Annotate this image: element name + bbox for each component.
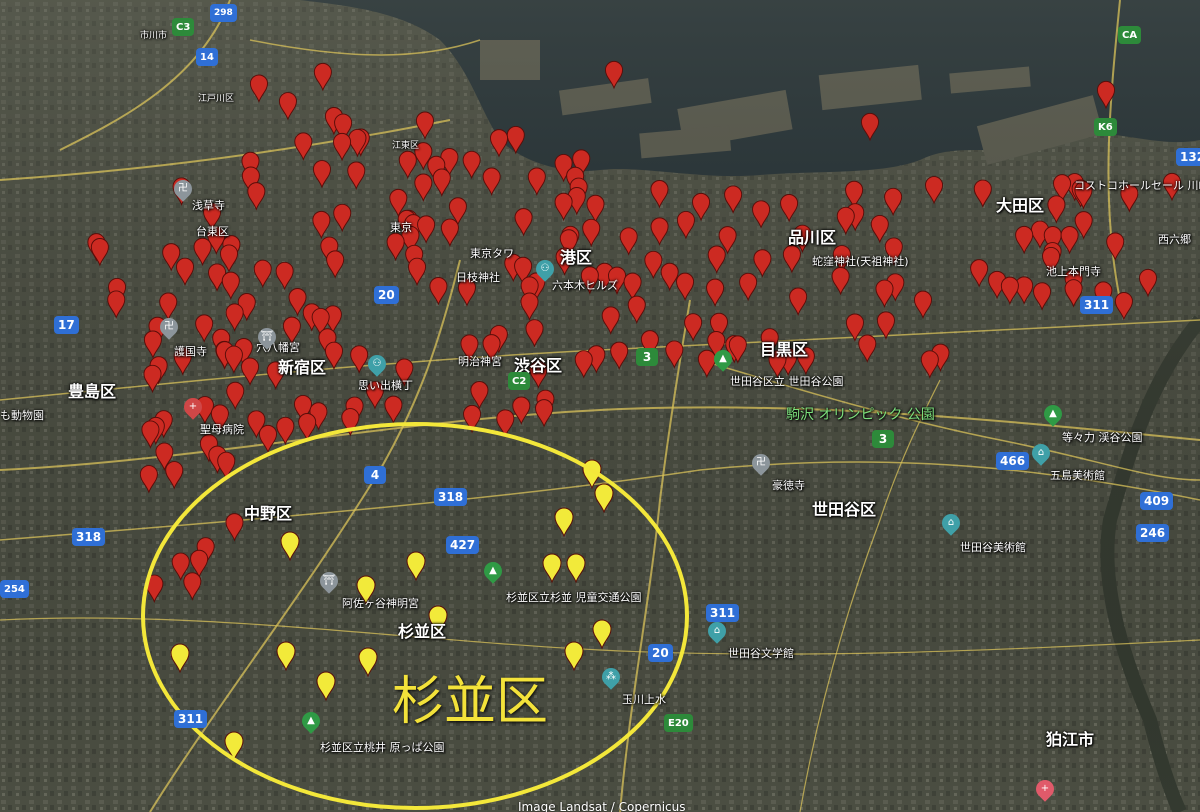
poi-label-ikegami[interactable]: 池上本門寺 bbox=[1046, 266, 1101, 277]
route-shield-311: 311 bbox=[174, 710, 208, 728]
route-shield-e20: E20 bbox=[664, 714, 693, 732]
temple-icon[interactable]: 卍 bbox=[156, 314, 182, 340]
district-label-shinjuku: 新宿区 bbox=[278, 358, 327, 377]
district-label-toshima: 豊島区 bbox=[68, 382, 117, 401]
poi-label-asagaya[interactable]: 阿佐ヶ谷神明宮 bbox=[342, 598, 419, 609]
route-shield-3: 3 bbox=[636, 348, 658, 366]
route-shield-427: 427 bbox=[446, 536, 480, 554]
district-label-taito: 台東区 bbox=[196, 225, 229, 238]
poi-label-asakusa[interactable]: 浅草寺 bbox=[192, 200, 225, 211]
route-shield-14: 14 bbox=[196, 48, 218, 66]
temple-icon[interactable]: 卍 bbox=[748, 450, 774, 476]
map-canvas[interactable] bbox=[0, 0, 1200, 812]
poi-label-jatai[interactable]: 蛇窪神社(天祖神社) bbox=[812, 256, 909, 267]
poi-label-todoroki[interactable]: 等々力 渓谷公園 bbox=[1062, 432, 1143, 443]
district-label-meguro: 目黒区 bbox=[760, 340, 809, 359]
route-shield-409: 409 bbox=[1140, 492, 1174, 510]
poi-label-tamagawa[interactable]: 玉川上水 bbox=[622, 694, 666, 705]
poi-label-ichikawa[interactable]: 市川市 bbox=[140, 32, 167, 41]
route-shield-c3: C3 bbox=[172, 18, 195, 36]
poi-label-komazawa[interactable]: 駒沢 オリンピック 公園 bbox=[786, 408, 935, 422]
poi-label-costco[interactable]: コストコホールセール 川崎 bbox=[1074, 180, 1200, 191]
waterway-icon[interactable]: ⁂ bbox=[598, 664, 624, 690]
route-shield-3: 3 bbox=[872, 430, 894, 448]
park-icon[interactable]: ▲ bbox=[1040, 401, 1066, 427]
park-icon[interactable]: ▲ bbox=[480, 558, 506, 584]
route-shield-17: 17 bbox=[54, 316, 79, 334]
poi-label-gotoh[interactable]: 五島美術館 bbox=[1050, 470, 1105, 481]
route-shield-318: 318 bbox=[434, 488, 468, 506]
poi-label-dobutsu[interactable]: も動物園 bbox=[0, 410, 44, 421]
route-shield-132: 132 bbox=[1176, 148, 1200, 166]
district-label-setagaya: 世田谷区 bbox=[812, 500, 877, 519]
poi-label-koto[interactable]: 江東区 bbox=[392, 142, 419, 151]
poi-label-tokyo-tower[interactable]: 東京タワ bbox=[470, 248, 514, 259]
district-label-ota: 大田区 bbox=[996, 196, 1045, 215]
museum-icon[interactable]: ⌂ bbox=[1028, 440, 1054, 466]
district-label-suginami: 杉並区 bbox=[398, 622, 447, 641]
temple-icon[interactable]: 卍 bbox=[170, 176, 196, 202]
district-label-nakano: 中野区 bbox=[244, 504, 293, 523]
landmark-icon[interactable]: ⚇ bbox=[364, 351, 390, 377]
poi-label-omoide[interactable]: 思い出横丁 bbox=[358, 380, 413, 391]
district-label-komae: 狛江市 bbox=[1046, 730, 1095, 749]
poi-label-setagaya-museum[interactable]: 世田谷美術館 bbox=[960, 542, 1026, 553]
route-shield-k6: K6 bbox=[1094, 118, 1117, 136]
suginami-highlight-label: 杉並区 bbox=[392, 672, 549, 732]
hospital-icon[interactable]: + bbox=[1032, 776, 1058, 802]
poi-label-setagaya-park[interactable]: 世田谷区立 世田谷公園 bbox=[730, 376, 844, 387]
route-shield-20: 20 bbox=[648, 644, 673, 662]
poi-label-gokokuji[interactable]: 護国寺 bbox=[174, 346, 207, 357]
poi-label-gotokuji[interactable]: 豪徳寺 bbox=[772, 480, 805, 491]
route-shield-318: 318 bbox=[72, 528, 106, 546]
landmark-icon[interactable]: ⚇ bbox=[532, 256, 558, 282]
district-label-shinagawa: 品川区 bbox=[788, 228, 837, 247]
poi-label-roppongi[interactable]: 六本木ヒルズ bbox=[552, 280, 618, 291]
route-shield-466: 466 bbox=[996, 452, 1030, 470]
poi-label-tokyo[interactable]: 東京 bbox=[390, 222, 412, 233]
route-shield-311: 311 bbox=[1080, 296, 1114, 314]
hospital-icon[interactable]: + bbox=[180, 394, 206, 420]
district-label-minato: 港区 bbox=[560, 248, 593, 267]
park-icon[interactable]: ▲ bbox=[710, 346, 736, 372]
park-icon[interactable]: ▲ bbox=[298, 708, 324, 734]
poi-label-setagaya-lit[interactable]: 世田谷文学館 bbox=[728, 648, 794, 659]
poi-label-suginami-park[interactable]: 杉並区立杉並 児童交通公園 bbox=[506, 592, 642, 603]
route-shield-311: 311 bbox=[706, 604, 740, 622]
poi-label-meiji[interactable]: 明治神宮 bbox=[458, 356, 502, 367]
shrine-icon[interactable]: ⛩ bbox=[316, 568, 342, 594]
route-shield-254: 254 bbox=[0, 580, 29, 598]
poi-label-hie[interactable]: 日枝神社 bbox=[456, 272, 500, 283]
route-shield-4: 4 bbox=[364, 466, 386, 484]
route-shield-20: 20 bbox=[374, 286, 399, 304]
route-shield-298: 298 bbox=[210, 4, 237, 22]
poi-label-seibo[interactable]: 聖母病院 bbox=[200, 424, 244, 435]
route-shield-ca: CA bbox=[1118, 26, 1142, 44]
map-view[interactable]: 豊島区 新宿区 渋谷区 港区 品川区 目黒区 大田区 中野区 杉並区 世田谷区 … bbox=[0, 0, 1200, 812]
poi-label-momoi[interactable]: 杉並区立桃井 原っぱ公園 bbox=[320, 742, 445, 753]
museum-icon[interactable]: ⌂ bbox=[704, 618, 730, 644]
imagery-credit: Image Landsat / Copernicus bbox=[518, 800, 686, 812]
route-shield-246: 246 bbox=[1136, 524, 1170, 542]
route-shield-c2: C2 bbox=[508, 372, 531, 390]
poi-label-edogawa[interactable]: 江戸川区 bbox=[198, 95, 234, 104]
shrine-icon[interactable]: ⛩ bbox=[254, 324, 280, 350]
poi-label-nishirokugo[interactable]: 西六郷 bbox=[1158, 234, 1191, 245]
museum-icon[interactable]: ⌂ bbox=[938, 510, 964, 536]
